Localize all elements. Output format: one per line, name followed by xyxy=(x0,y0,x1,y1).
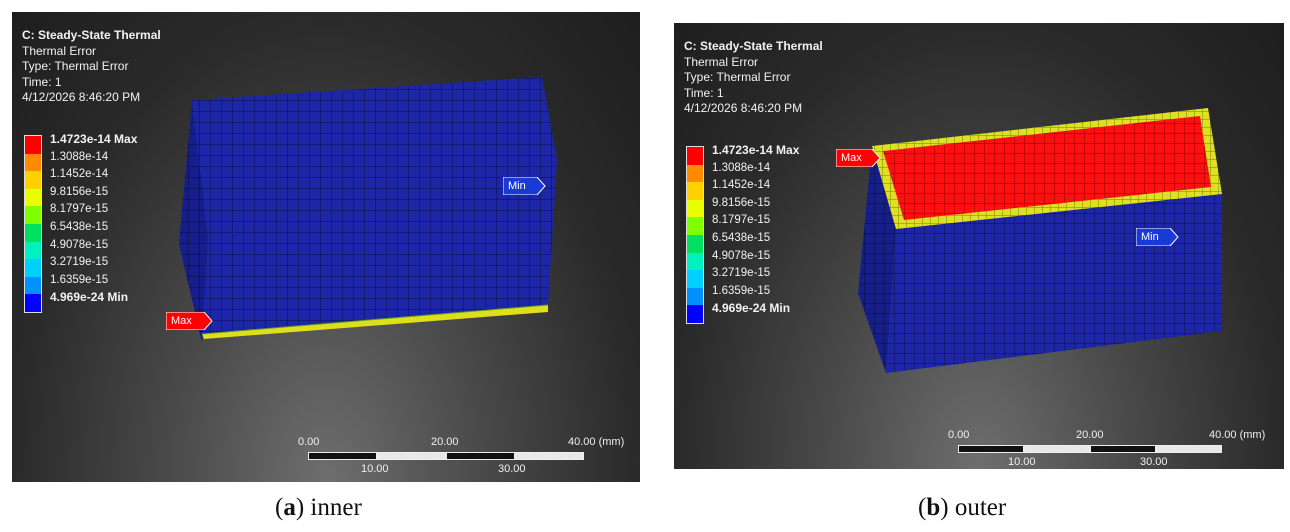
caption-outer: (b) outer xyxy=(918,494,1007,521)
scale-tick: 10.00 xyxy=(1008,456,1036,468)
caption-text: inner xyxy=(310,494,362,521)
mesh-model-outer[interactable] xyxy=(674,23,1284,469)
max-probe-label: Max xyxy=(171,315,192,327)
scale-tick: 10.00 xyxy=(361,463,389,475)
mesh-model-inner[interactable] xyxy=(12,12,640,482)
max-probe[interactable]: Max xyxy=(166,312,217,330)
min-probe-label: Min xyxy=(508,180,526,192)
min-probe[interactable]: Min xyxy=(503,177,550,195)
caption-text: outer xyxy=(954,494,1007,521)
scale-tick: 20.00 xyxy=(1076,429,1104,441)
max-probe[interactable]: Max xyxy=(836,149,885,167)
scale-tick: 40.00 (mm) xyxy=(568,436,625,448)
viewport-inner[interactable]: C: Steady-State Thermal Thermal Error Ty… xyxy=(12,12,640,482)
min-probe-label: Min xyxy=(1141,231,1159,243)
caption-inner: (a) inner xyxy=(275,494,362,521)
scale-tick: 0.00 xyxy=(298,436,320,448)
scale-tick: 30.00 xyxy=(1140,456,1168,468)
scale-tick: 40.00 (mm) xyxy=(1209,429,1266,441)
scale-segment xyxy=(446,452,515,460)
caption-letter: b xyxy=(926,494,941,521)
scale-segment xyxy=(1090,445,1156,453)
scale-segment xyxy=(1156,445,1222,453)
scale-segment xyxy=(515,452,584,460)
max-probe-label: Max xyxy=(841,152,862,164)
scale-tick: 0.00 xyxy=(948,429,970,441)
min-probe[interactable]: Min xyxy=(1136,228,1183,246)
scale-segment xyxy=(958,445,1024,453)
caption-letter: a xyxy=(283,494,296,521)
scale-segment xyxy=(1024,445,1090,453)
scale-tick: 20.00 xyxy=(431,436,459,448)
viewport-outer[interactable]: C: Steady-State Thermal Thermal Error Ty… xyxy=(674,23,1284,469)
scale-segment xyxy=(308,452,377,460)
scale-tick: 30.00 xyxy=(498,463,526,475)
scale-segment xyxy=(377,452,446,460)
